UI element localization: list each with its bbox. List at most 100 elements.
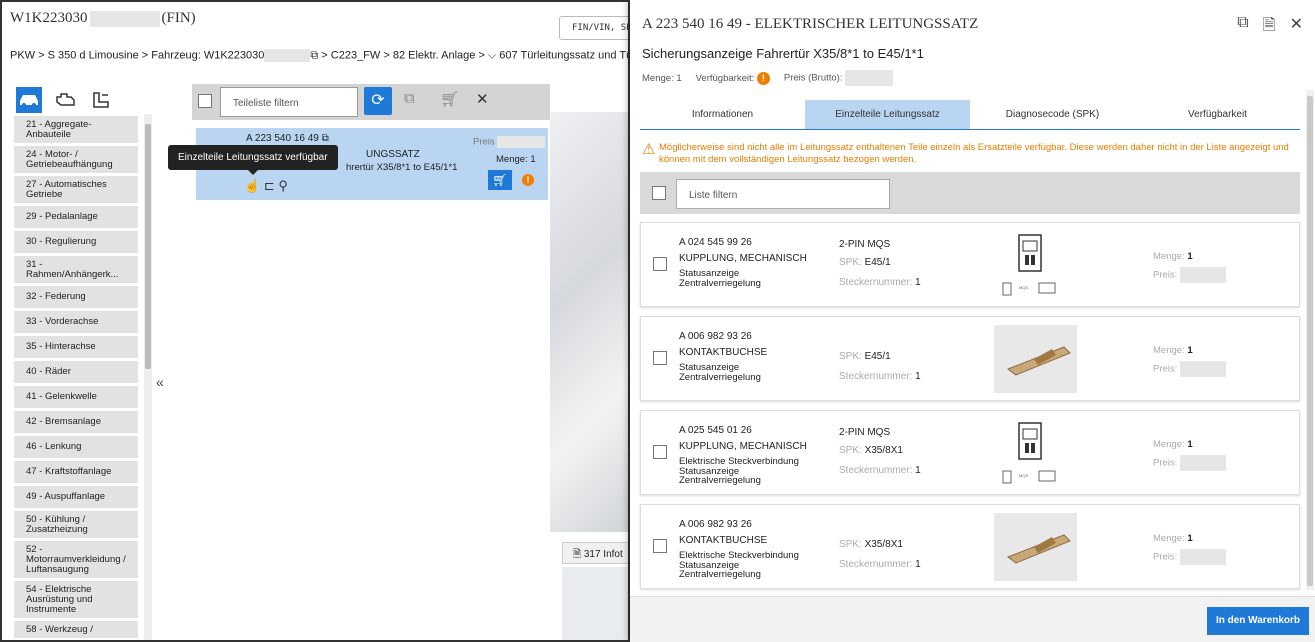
add-to-cart-button[interactable]: 🛒︎ bbox=[488, 170, 512, 190]
category-item[interactable]: 54 - Elektrische Ausrüstung und Instrume… bbox=[14, 581, 138, 618]
item-quantity: Menge: 1 bbox=[1153, 251, 1193, 262]
car-icon[interactable] bbox=[16, 87, 42, 113]
item-number: A 006 982 93 26 bbox=[679, 519, 752, 530]
panel-scrollbar[interactable] bbox=[1306, 90, 1314, 590]
redacted-block bbox=[1179, 361, 1226, 377]
vin-header: W1K223030 (FIN) bbox=[10, 10, 196, 27]
seat-icon[interactable] bbox=[88, 87, 114, 113]
breadcrumb-end[interactable]: > C223_FW > 82 Elektr. Anlage > ⌵ 607 Tü… bbox=[318, 49, 628, 61]
panel-subtitle: Sicherungsanzeige Fahrertür X35/8*1 to E… bbox=[642, 46, 924, 61]
quantity-value: 1 bbox=[1187, 251, 1193, 262]
description-line: Zentralverriegelung bbox=[679, 371, 761, 383]
price-label: Preis bbox=[473, 136, 495, 148]
category-item[interactable]: 29 - Pedalanlage bbox=[14, 206, 138, 228]
item-name: KUPPLUNG, MECHANISCH bbox=[679, 253, 807, 264]
category-item[interactable]: 58 - Werkzeug / bbox=[14, 621, 138, 638]
connector-drawing-image[interactable]: MQS bbox=[995, 231, 1065, 299]
category-item[interactable]: 46 - Lenkung bbox=[14, 436, 138, 458]
category-item[interactable]: 24 - Motor- / Getriebeaufhängung bbox=[14, 146, 138, 173]
quantity: Menge: 1 bbox=[642, 72, 682, 84]
item-checkbox[interactable] bbox=[653, 539, 667, 553]
category-item[interactable]: 47 - Kraftstoffanlage bbox=[14, 461, 138, 483]
tab-einzelteile[interactable]: Einzelteile Leitungssatz bbox=[805, 100, 970, 129]
add-to-cart-button[interactable]: In den Warenkorb bbox=[1207, 607, 1309, 635]
refresh-icon[interactable]: ⟳ bbox=[364, 87, 392, 115]
zoom-icon[interactable]: ⚲ bbox=[278, 178, 288, 193]
item-checkbox[interactable] bbox=[653, 351, 667, 365]
clear-icon[interactable]: ✕ bbox=[476, 90, 489, 108]
availability-label: Verfügbarkeit: bbox=[695, 72, 755, 84]
quantity-label: Menge: bbox=[1153, 533, 1185, 544]
copy-icon[interactable]: ⧉ bbox=[404, 90, 415, 107]
warning-triangle-icon: ⚠ bbox=[642, 141, 656, 158]
category-item[interactable]: 35 - Hinterachse bbox=[14, 336, 138, 358]
price-label: Preis: bbox=[1153, 363, 1178, 375]
copy-icon[interactable]: ⧉ bbox=[1237, 14, 1248, 41]
cart-icon[interactable]: 🛒︎ bbox=[440, 90, 459, 108]
item-steckernummer: Steckernummer: 1 bbox=[839, 465, 921, 476]
tab-informationen[interactable]: Informationen bbox=[640, 100, 805, 129]
wiring-icon[interactable]: ☝ bbox=[244, 178, 260, 193]
vin-prefix: W1K223030 bbox=[10, 10, 88, 26]
breadcrumb-start[interactable]: PKW > S 350 d Limousine > Fahrzeug: W1K2… bbox=[10, 49, 264, 61]
vehicle-image bbox=[550, 112, 628, 532]
close-icon[interactable]: ✕ bbox=[1290, 14, 1303, 41]
tooltip: Einzelteile Leitungssatz verfügbar bbox=[168, 145, 338, 175]
description-line: Zentralverriegelung bbox=[679, 569, 761, 580]
category-item[interactable]: 33 - Vorderachse bbox=[14, 311, 138, 333]
spk-label: SPK: bbox=[839, 257, 862, 268]
item-description: Statusanzeige Zentralverriegelung bbox=[679, 269, 761, 288]
vin-search-input[interactable]: FIN/VIN, SPI bbox=[559, 16, 628, 40]
tab-diagnosecode[interactable]: Diagnosecode (SPK) bbox=[970, 100, 1135, 129]
steckernummer-label: Steckernummer: bbox=[839, 277, 913, 288]
item-steckernummer: Steckernummer: 1 bbox=[839, 559, 921, 570]
scrollbar-thumb[interactable] bbox=[1307, 96, 1313, 586]
category-item[interactable]: 49 - Auspuffanlage bbox=[14, 486, 138, 508]
diagram-thumbnail[interactable] bbox=[562, 567, 628, 640]
category-item[interactable]: 42 - Bremsanlage bbox=[14, 411, 138, 433]
copy-icon[interactable]: ⧉ bbox=[322, 133, 329, 144]
steckernummer-value: 1 bbox=[915, 465, 921, 476]
steckernummer-label: Steckernummer: bbox=[839, 559, 913, 570]
select-all-checkbox[interactable] bbox=[198, 94, 212, 108]
list-item: A 025 545 01 26 KUPPLUNG, MECHANISCH Ele… bbox=[640, 410, 1300, 495]
engine-icon[interactable] bbox=[52, 87, 78, 113]
panel-title-icons: ⧉ 🗎 ✕ bbox=[1237, 14, 1303, 41]
category-item[interactable]: 32 - Federung bbox=[14, 286, 138, 308]
tab-verfuegbarkeit[interactable]: Verfügbarkeit bbox=[1135, 100, 1300, 129]
category-item[interactable]: 27 - Automatisches Getriebe bbox=[14, 176, 138, 203]
part-description: hrertür X35/8*1 to E45/1*1 bbox=[346, 162, 458, 173]
connector-icon[interactable]: ⊏ bbox=[264, 178, 275, 193]
item-steckernummer: Steckernummer: 1 bbox=[839, 371, 921, 382]
category-item[interactable]: 52 - Motorraumverkleidung / Luftansaugun… bbox=[14, 541, 138, 578]
quantity-value: 1 bbox=[1187, 533, 1193, 544]
spk-value: E45/1 bbox=[864, 257, 891, 268]
contact-photo-image[interactable] bbox=[981, 513, 1077, 581]
select-all-checkbox[interactable] bbox=[652, 186, 666, 200]
contact-photo-image[interactable] bbox=[981, 325, 1077, 393]
category-item[interactable]: 40 - Räder bbox=[14, 361, 138, 383]
document-icon: 🗎 bbox=[573, 549, 582, 560]
background-app: W1K223030 (FIN) FIN/VIN, SPI PKW > S 350 … bbox=[0, 0, 630, 642]
info-tab[interactable]: 🗎 317 Infot bbox=[562, 542, 628, 564]
item-checkbox[interactable] bbox=[653, 445, 667, 459]
connector-drawing-image[interactable]: MQS bbox=[995, 419, 1065, 487]
price-label: Preis: bbox=[1153, 457, 1178, 469]
item-description: Statusanzeige Zentralverriegelung bbox=[679, 363, 761, 382]
category-item[interactable]: 41 - Gelenkwelle bbox=[14, 386, 138, 408]
list-filter-input[interactable]: Liste filtern bbox=[676, 179, 890, 209]
svg-text:MQS: MQS bbox=[1019, 473, 1028, 478]
category-scrollbar[interactable] bbox=[144, 114, 152, 640]
item-checkbox[interactable] bbox=[653, 257, 667, 271]
scrollbar-thumb[interactable] bbox=[145, 124, 151, 369]
item-name: KUPPLUNG, MECHANISCH bbox=[679, 441, 807, 452]
category-item[interactable]: 50 - Kühlung / Zusatzheizung bbox=[14, 511, 138, 538]
redacted-block bbox=[845, 70, 894, 86]
category-item[interactable]: 31 - Rahmen/Anhängerk... bbox=[14, 256, 138, 283]
document-icon[interactable]: 🗎 bbox=[1263, 14, 1276, 41]
parts-filter-input[interactable]: Teileliste filtern bbox=[220, 87, 358, 117]
category-item[interactable]: 30 - Regulierung bbox=[14, 231, 138, 253]
category-item[interactable]: 21 - Aggregate-Anbauteile bbox=[14, 116, 138, 143]
collapse-icon[interactable]: « bbox=[156, 374, 164, 390]
list-item: A 024 545 99 26 KUPPLUNG, MECHANISCH Sta… bbox=[640, 222, 1300, 307]
